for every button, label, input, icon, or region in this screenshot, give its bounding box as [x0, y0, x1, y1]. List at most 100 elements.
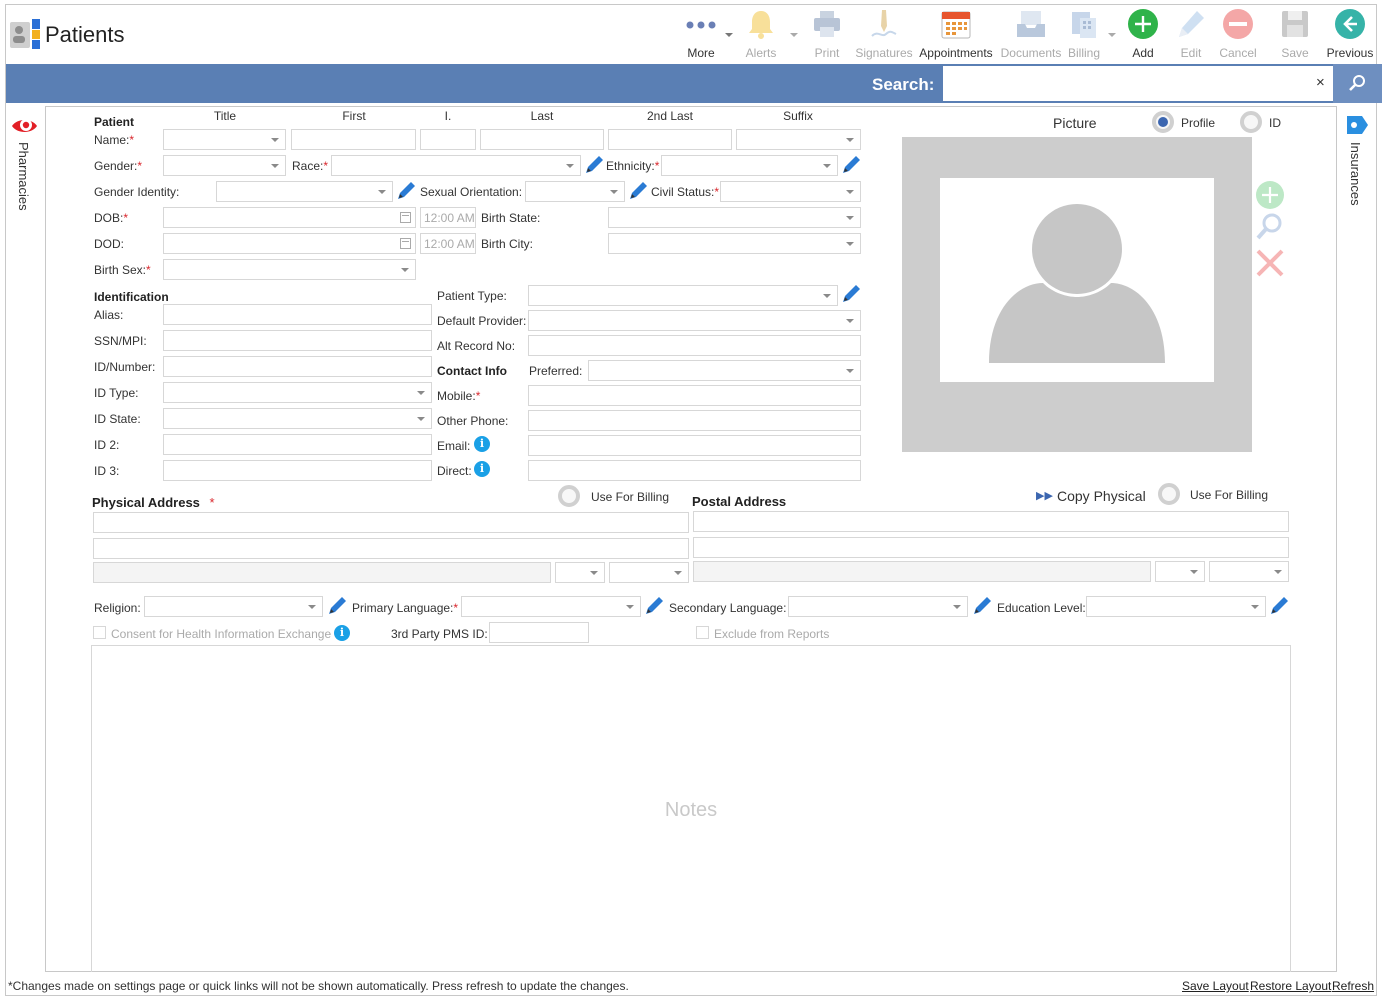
postal-use-for-billing-label: Use For Billing — [1190, 488, 1269, 502]
gender-identity-select[interactable] — [216, 181, 393, 202]
restore-layout-link[interactable]: Restore Layout — [1250, 979, 1331, 993]
id-state-select[interactable] — [163, 408, 432, 429]
last-name-field[interactable] — [480, 129, 604, 150]
id-radio[interactable] — [1240, 111, 1262, 133]
refresh-link[interactable]: Refresh — [1332, 979, 1374, 993]
ssn-field[interactable] — [163, 330, 432, 351]
physical-city-field[interactable] — [93, 562, 551, 583]
suffix-select[interactable] — [736, 129, 861, 150]
alt-record-field[interactable] — [528, 335, 861, 356]
primary-language-select[interactable] — [461, 596, 641, 617]
search-icon — [1349, 75, 1365, 91]
dob-time-field[interactable]: 12:00 AM — [420, 207, 476, 228]
insurances-tab[interactable]: Insurances — [1342, 114, 1372, 214]
postal-use-for-billing-radio[interactable] — [1158, 483, 1180, 505]
physical-zip-select[interactable] — [609, 562, 689, 583]
pharmacies-tab[interactable]: Pharmacies — [10, 114, 40, 224]
previous-button[interactable]: Previous — [1324, 8, 1376, 60]
edit-sexual-orientation-pencil-icon[interactable] — [628, 181, 648, 201]
alias-field[interactable] — [163, 304, 432, 325]
calendar-icon[interactable] — [400, 238, 411, 249]
save-button[interactable]: Save — [1274, 8, 1316, 60]
column-initial: I. — [444, 109, 452, 123]
second-last-name-field[interactable] — [608, 129, 732, 150]
civil-status-select[interactable] — [720, 181, 861, 202]
edit-primary-language-pencil-icon[interactable] — [644, 596, 664, 616]
edit-religion-pencil-icon[interactable] — [327, 596, 347, 616]
physical-address-line1-field[interactable] — [93, 512, 689, 533]
birth-state-select[interactable] — [608, 207, 861, 228]
initial-field[interactable] — [420, 129, 476, 150]
birth-city-select[interactable] — [608, 233, 861, 254]
appointments-button[interactable]: Appointments — [916, 8, 996, 60]
gender-select[interactable] — [163, 155, 286, 176]
religion-select[interactable] — [144, 596, 323, 617]
edit-patient-type-pencil-icon[interactable] — [841, 284, 861, 304]
clear-icon[interactable]: × — [1316, 74, 1325, 91]
billing-button[interactable]: Billing — [1064, 8, 1116, 60]
edit-education-level-pencil-icon[interactable] — [1269, 596, 1289, 616]
birth-sex-select[interactable] — [163, 259, 416, 280]
id2-field[interactable] — [163, 434, 432, 455]
preferred-contact-select[interactable] — [588, 360, 861, 381]
id-radio-label: ID — [1269, 116, 1281, 130]
id-state-label: ID State: — [94, 412, 141, 426]
cancel-button[interactable]: Cancel — [1215, 8, 1261, 60]
consent-checkbox[interactable] — [93, 626, 106, 639]
add-picture-icon[interactable] — [1255, 180, 1285, 210]
default-provider-select[interactable] — [528, 310, 861, 331]
email-info-icon[interactable]: i — [474, 436, 490, 452]
third-party-pms-field[interactable] — [489, 622, 589, 643]
signatures-button[interactable]: Signatures — [855, 8, 913, 60]
postal-zip-select[interactable] — [1209, 561, 1289, 582]
physical-address-line2-field[interactable] — [93, 538, 689, 559]
physical-use-for-billing-radio[interactable] — [558, 485, 580, 507]
notes-field[interactable]: Notes — [91, 645, 1291, 972]
search-input[interactable] — [943, 66, 1333, 101]
edit-race-pencil-icon[interactable] — [584, 155, 604, 175]
sexual-orientation-select[interactable] — [525, 181, 625, 202]
postal-state-select[interactable] — [1155, 561, 1205, 582]
calendar-icon[interactable] — [400, 212, 411, 223]
id3-field[interactable] — [163, 460, 432, 481]
mobile-field[interactable] — [528, 385, 861, 406]
documents-button[interactable]: Documents — [999, 8, 1063, 60]
dod-time-field[interactable]: 12:00 AM — [420, 233, 476, 254]
edit-button[interactable]: Edit — [1170, 8, 1212, 60]
email-field[interactable] — [528, 435, 861, 456]
edit-gender-identity-pencil-icon[interactable] — [396, 181, 416, 201]
postal-address-line2-field[interactable] — [693, 537, 1289, 558]
add-button[interactable]: Add — [1121, 8, 1165, 60]
physical-state-select[interactable] — [555, 562, 605, 583]
race-select[interactable] — [331, 155, 581, 176]
postal-city-field[interactable] — [693, 561, 1151, 582]
save-layout-link[interactable]: Save Layout — [1182, 979, 1249, 993]
postal-address-line1-field[interactable] — [693, 511, 1289, 532]
dob-date-field[interactable] — [163, 207, 416, 228]
print-button[interactable]: Print — [805, 8, 849, 60]
education-level-select[interactable] — [1086, 596, 1266, 617]
profile-radio[interactable] — [1152, 111, 1174, 133]
id-type-select[interactable] — [163, 382, 432, 403]
first-name-field[interactable] — [291, 129, 416, 150]
copy-physical-button[interactable]: Copy Physical — [1057, 488, 1146, 504]
alerts-button[interactable]: Alerts — [738, 8, 798, 60]
dod-date-field[interactable] — [163, 233, 416, 254]
ethnicity-select[interactable] — [661, 155, 838, 176]
search-button[interactable] — [1333, 64, 1382, 103]
edit-ethnicity-pencil-icon[interactable] — [841, 155, 861, 175]
consent-info-icon[interactable]: i — [334, 625, 350, 641]
zoom-picture-icon[interactable] — [1255, 212, 1285, 242]
more-button[interactable]: More — [677, 8, 733, 60]
exclude-from-reports-checkbox[interactable] — [696, 626, 709, 639]
title-select[interactable] — [163, 129, 286, 150]
edit-secondary-language-pencil-icon[interactable] — [972, 596, 992, 616]
patient-type-select[interactable] — [528, 285, 838, 306]
delete-picture-icon[interactable] — [1255, 248, 1285, 278]
direct-info-icon[interactable]: i — [474, 461, 490, 477]
other-phone-field[interactable] — [528, 410, 861, 431]
dob-label: DOB:* — [94, 211, 129, 225]
id-number-field[interactable] — [163, 356, 432, 377]
direct-field[interactable] — [528, 460, 861, 481]
secondary-language-select[interactable] — [788, 596, 968, 617]
